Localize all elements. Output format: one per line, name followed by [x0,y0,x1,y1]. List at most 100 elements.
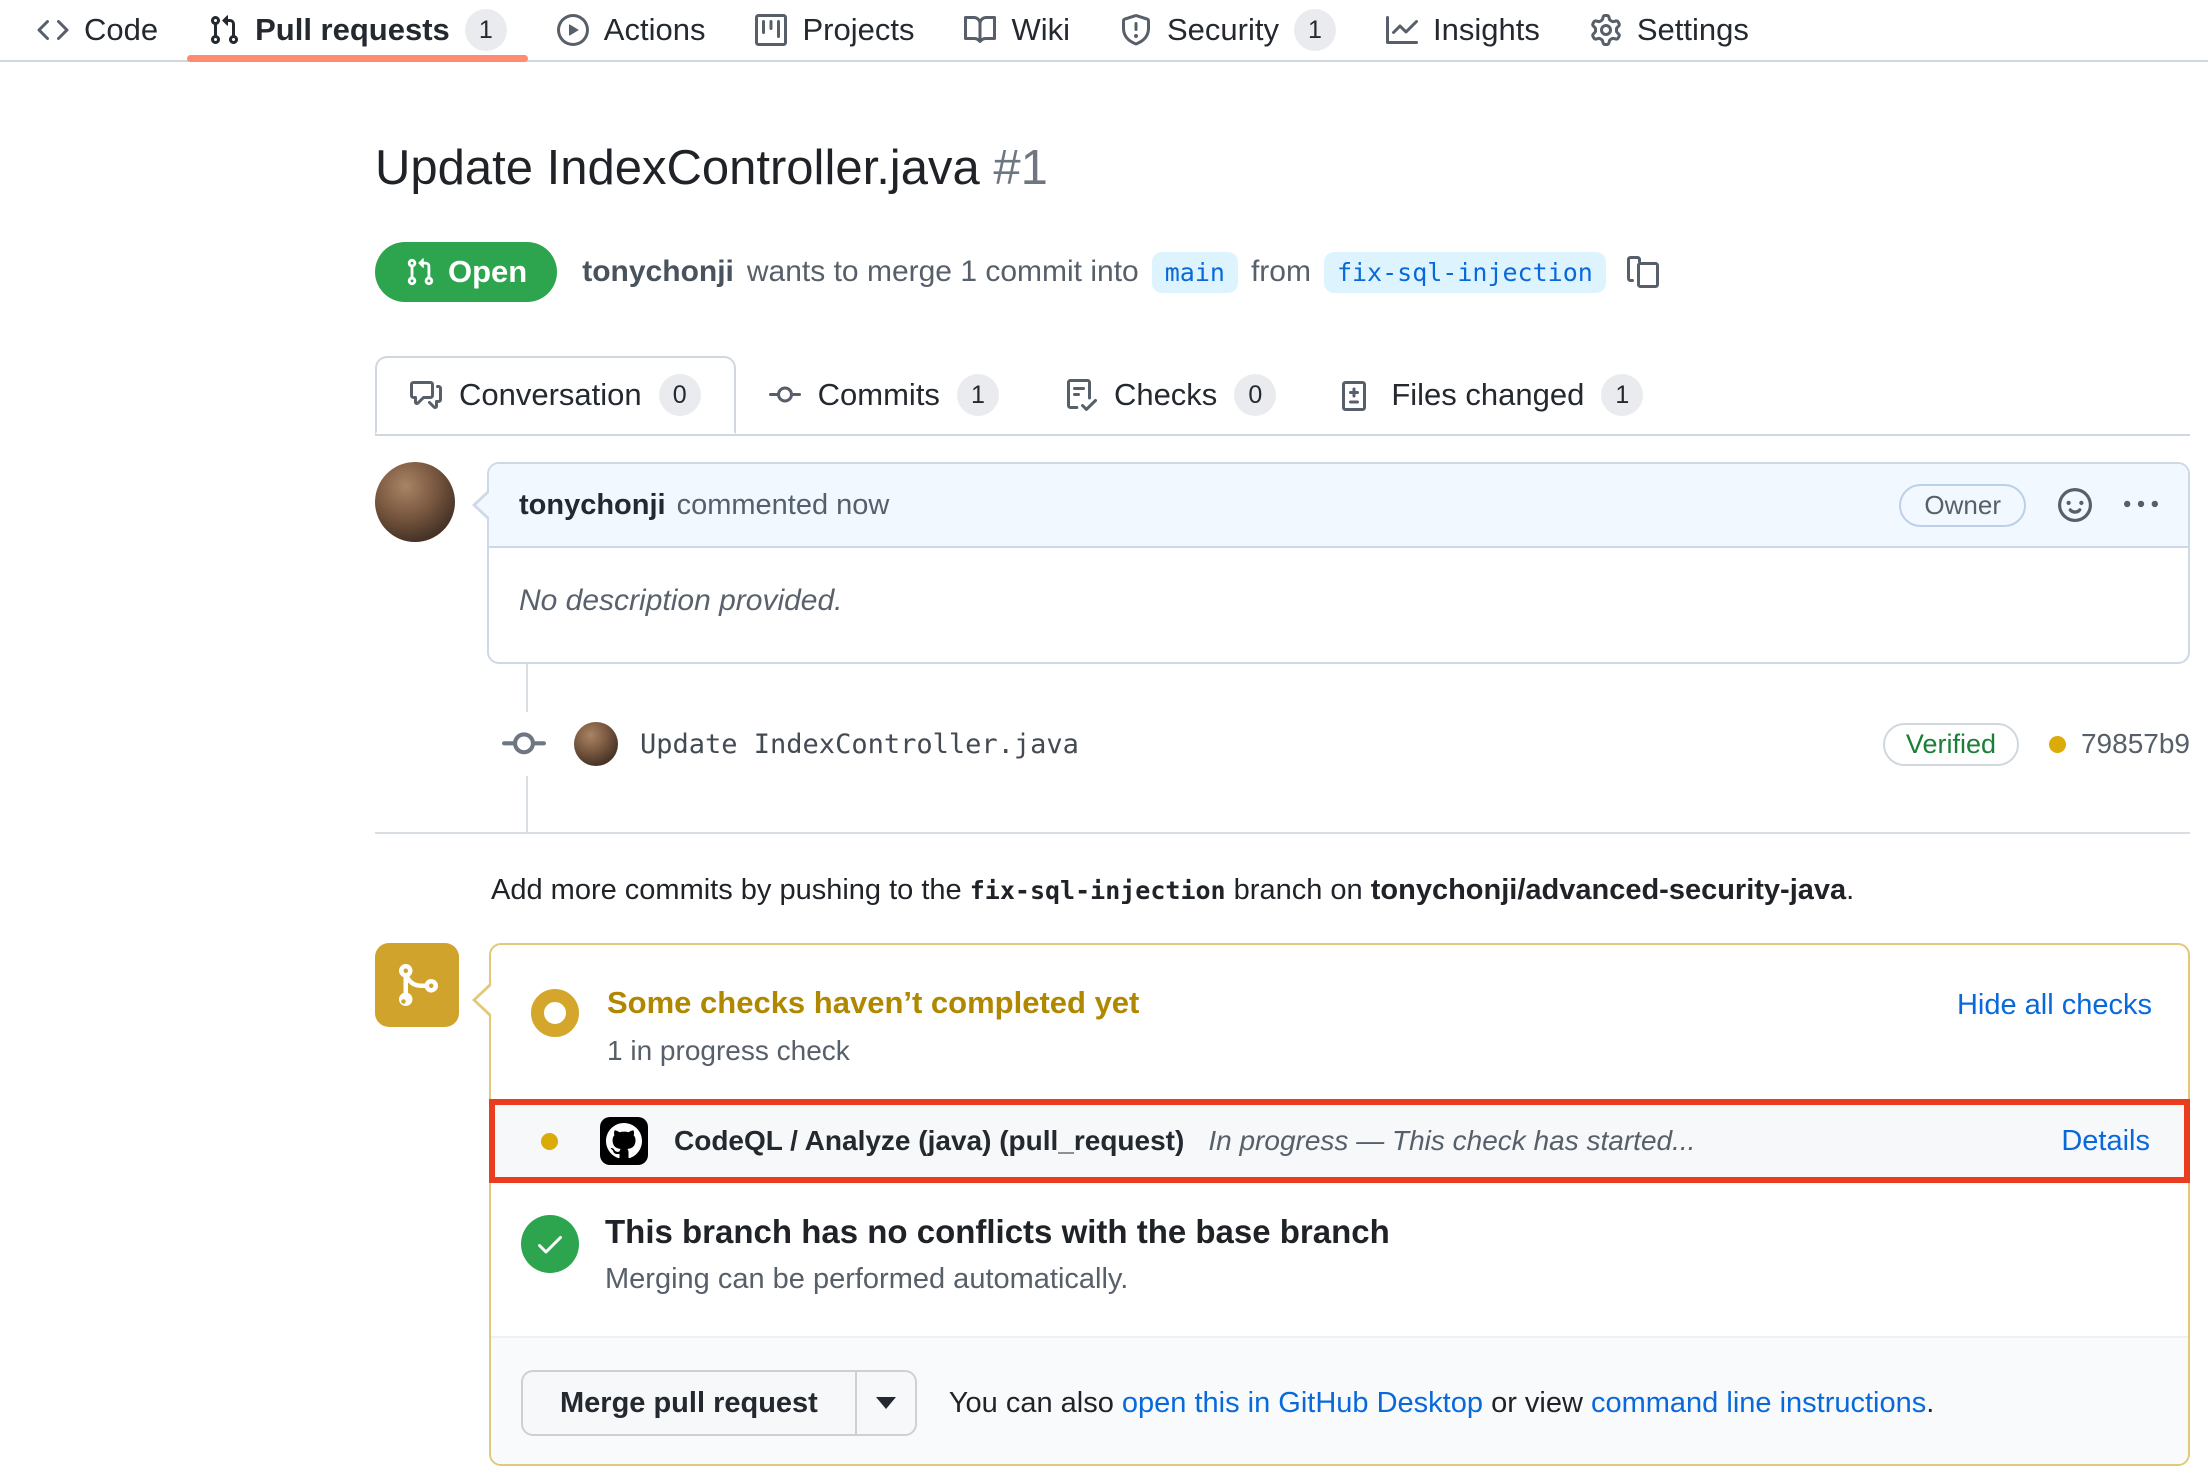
nav-item-wiki[interactable]: Wiki [939,0,1095,60]
checks-text: Some checks haven’t completed yet 1 in p… [607,985,1139,1067]
pr-title: Update IndexController.java #1 [375,140,2190,196]
tab-commits[interactable]: Commits 1 [736,356,1032,434]
shield-icon [1120,14,1152,46]
mergeability-text: This branch has no conflicts with the ba… [605,1213,1390,1296]
in-progress-ring-icon [531,989,579,1037]
pr-timeline: Update IndexController.java Verified 798… [375,664,2190,832]
mergeability-subtitle: Merging can be performed automatically. [605,1263,1390,1296]
commit-status-dot [2049,736,2066,753]
nav-item-label: Code [84,12,158,48]
pr-number: #1 [993,141,1048,195]
tab-count: 1 [957,374,999,416]
tab-checks[interactable]: Checks 0 [1032,356,1309,434]
gear-icon [1590,14,1622,46]
comment-header: tonychonji commented now Owner [489,464,2188,548]
merge-caption: You can also open this in GitHub Desktop… [949,1387,1934,1420]
push-hint-branch: fix-sql-injection [970,876,1226,905]
nav-item-projects[interactable]: Projects [730,0,939,60]
play-icon [557,14,589,46]
git-commit-icon [502,712,546,776]
check-details-link[interactable]: Details [2061,1125,2150,1158]
pr-author[interactable]: tonychonji [582,255,734,289]
pr-state-badge: Open [375,242,557,302]
chevron-down-icon [876,1397,896,1409]
verified-badge[interactable]: Verified [1883,723,2019,766]
mergeability-title: This branch has no conflicts with the ba… [605,1213,1390,1251]
tab-label: Conversation [459,377,642,413]
command-line-instructions-link[interactable]: command line instructions [1591,1387,1926,1419]
tab-count: 0 [659,374,701,416]
push-hint-repo: tonychonji/advanced-security-java [1371,874,1846,906]
git-merge-icon [375,943,459,1027]
nav-item-label: Actions [604,12,706,48]
nav-item-label: Pull requests [255,12,450,48]
pr-meta-row: Open tonychonji wants to merge 1 commit … [375,242,2190,302]
timeline-separator [375,832,2190,834]
nav-item-label: Settings [1637,12,1749,48]
push-hint-middle: branch on [1234,874,1363,906]
hide-all-checks-link[interactable]: Hide all checks [1957,989,2152,1022]
pull-request-icon [405,257,435,287]
book-icon [964,14,996,46]
checks-subtitle: 1 in progress check [607,1035,1139,1067]
nav-item-label: Insights [1433,12,1540,48]
pr-state-label: Open [448,254,527,290]
copy-branch-icon[interactable] [1627,256,1659,288]
commit-message[interactable]: Update IndexController.java [640,729,1079,760]
repo-nav: Code Pull requests 1 Actions Projects Wi… [0,0,2208,62]
tab-count: 1 [1601,374,1643,416]
merge-caption-suffix: . [1926,1387,1934,1419]
merge-box: Some checks haven’t completed yet 1 in p… [489,943,2190,1466]
comment-body: No description provided. [489,548,2188,662]
push-hint: Add more commits by pushing to the fix-s… [491,874,2190,907]
github-desktop-link[interactable]: open this in GitHub Desktop [1122,1387,1483,1419]
file-diff-icon [1342,379,1374,411]
owner-badge: Owner [1899,484,2026,527]
pr-action-text: wants to merge 1 commit into [747,255,1139,289]
graph-icon [1386,14,1418,46]
comment-author[interactable]: tonychonji [519,489,666,522]
comment-discussion-icon [410,379,442,411]
tab-label: Files changed [1391,377,1584,413]
check-name: CodeQL / Analyze (java) (pull_request) [674,1125,1184,1157]
comment-meta: commented now [677,489,890,522]
check-status-dot [541,1133,558,1150]
pr-page-content: Update IndexController.java #1 Open tony… [375,140,2190,1466]
merge-caption-middle: or view [1491,1387,1583,1419]
check-status-text: In progress — This check has started... [1208,1125,1695,1157]
avatar[interactable] [574,722,618,766]
kebab-menu-icon[interactable] [2124,488,2158,522]
merge-caption-prefix: You can also [949,1387,1114,1419]
tab-conversation[interactable]: Conversation 0 [375,356,736,434]
nav-item-insights[interactable]: Insights [1361,0,1565,60]
base-branch-label[interactable]: main [1152,252,1238,293]
nav-item-label: Security [1167,12,1279,48]
nav-item-code[interactable]: Code [12,0,183,60]
push-hint-prefix: Add more commits by pushing to the [491,874,962,906]
merge-pull-request-button[interactable]: Merge pull request [521,1370,855,1436]
checks-header: Some checks haven’t completed yet 1 in p… [491,945,2188,1099]
smiley-icon[interactable] [2058,488,2092,522]
tab-files-changed[interactable]: Files changed 1 [1309,356,1676,434]
check-circle-icon [521,1215,579,1273]
security-count-badge: 1 [1294,9,1336,51]
code-icon [37,14,69,46]
check-row-codeql: CodeQL / Analyze (java) (pull_request) I… [489,1099,2190,1183]
pr-title-text: Update IndexController.java [375,141,980,195]
avatar[interactable] [375,462,455,542]
nav-item-settings[interactable]: Settings [1565,0,1774,60]
tab-label: Checks [1114,377,1217,413]
head-branch-label[interactable]: fix-sql-injection [1324,252,1606,293]
from-word: from [1251,255,1311,289]
nav-item-actions[interactable]: Actions [532,0,731,60]
merge-options-dropdown-button[interactable] [855,1370,917,1436]
project-icon [755,14,787,46]
git-commit-icon [769,379,801,411]
nav-item-security[interactable]: Security 1 [1095,0,1361,60]
commit-sha[interactable]: 79857b9 [2081,728,2190,760]
nav-item-pull-requests[interactable]: Pull requests 1 [183,0,532,60]
merge-status-area: Some checks haven’t completed yet 1 in p… [375,943,2190,1466]
merge-footer: Merge pull request You can also open thi… [491,1336,2188,1464]
commit-row: Update IndexController.java Verified 798… [375,712,2190,776]
nav-item-label: Projects [802,12,914,48]
